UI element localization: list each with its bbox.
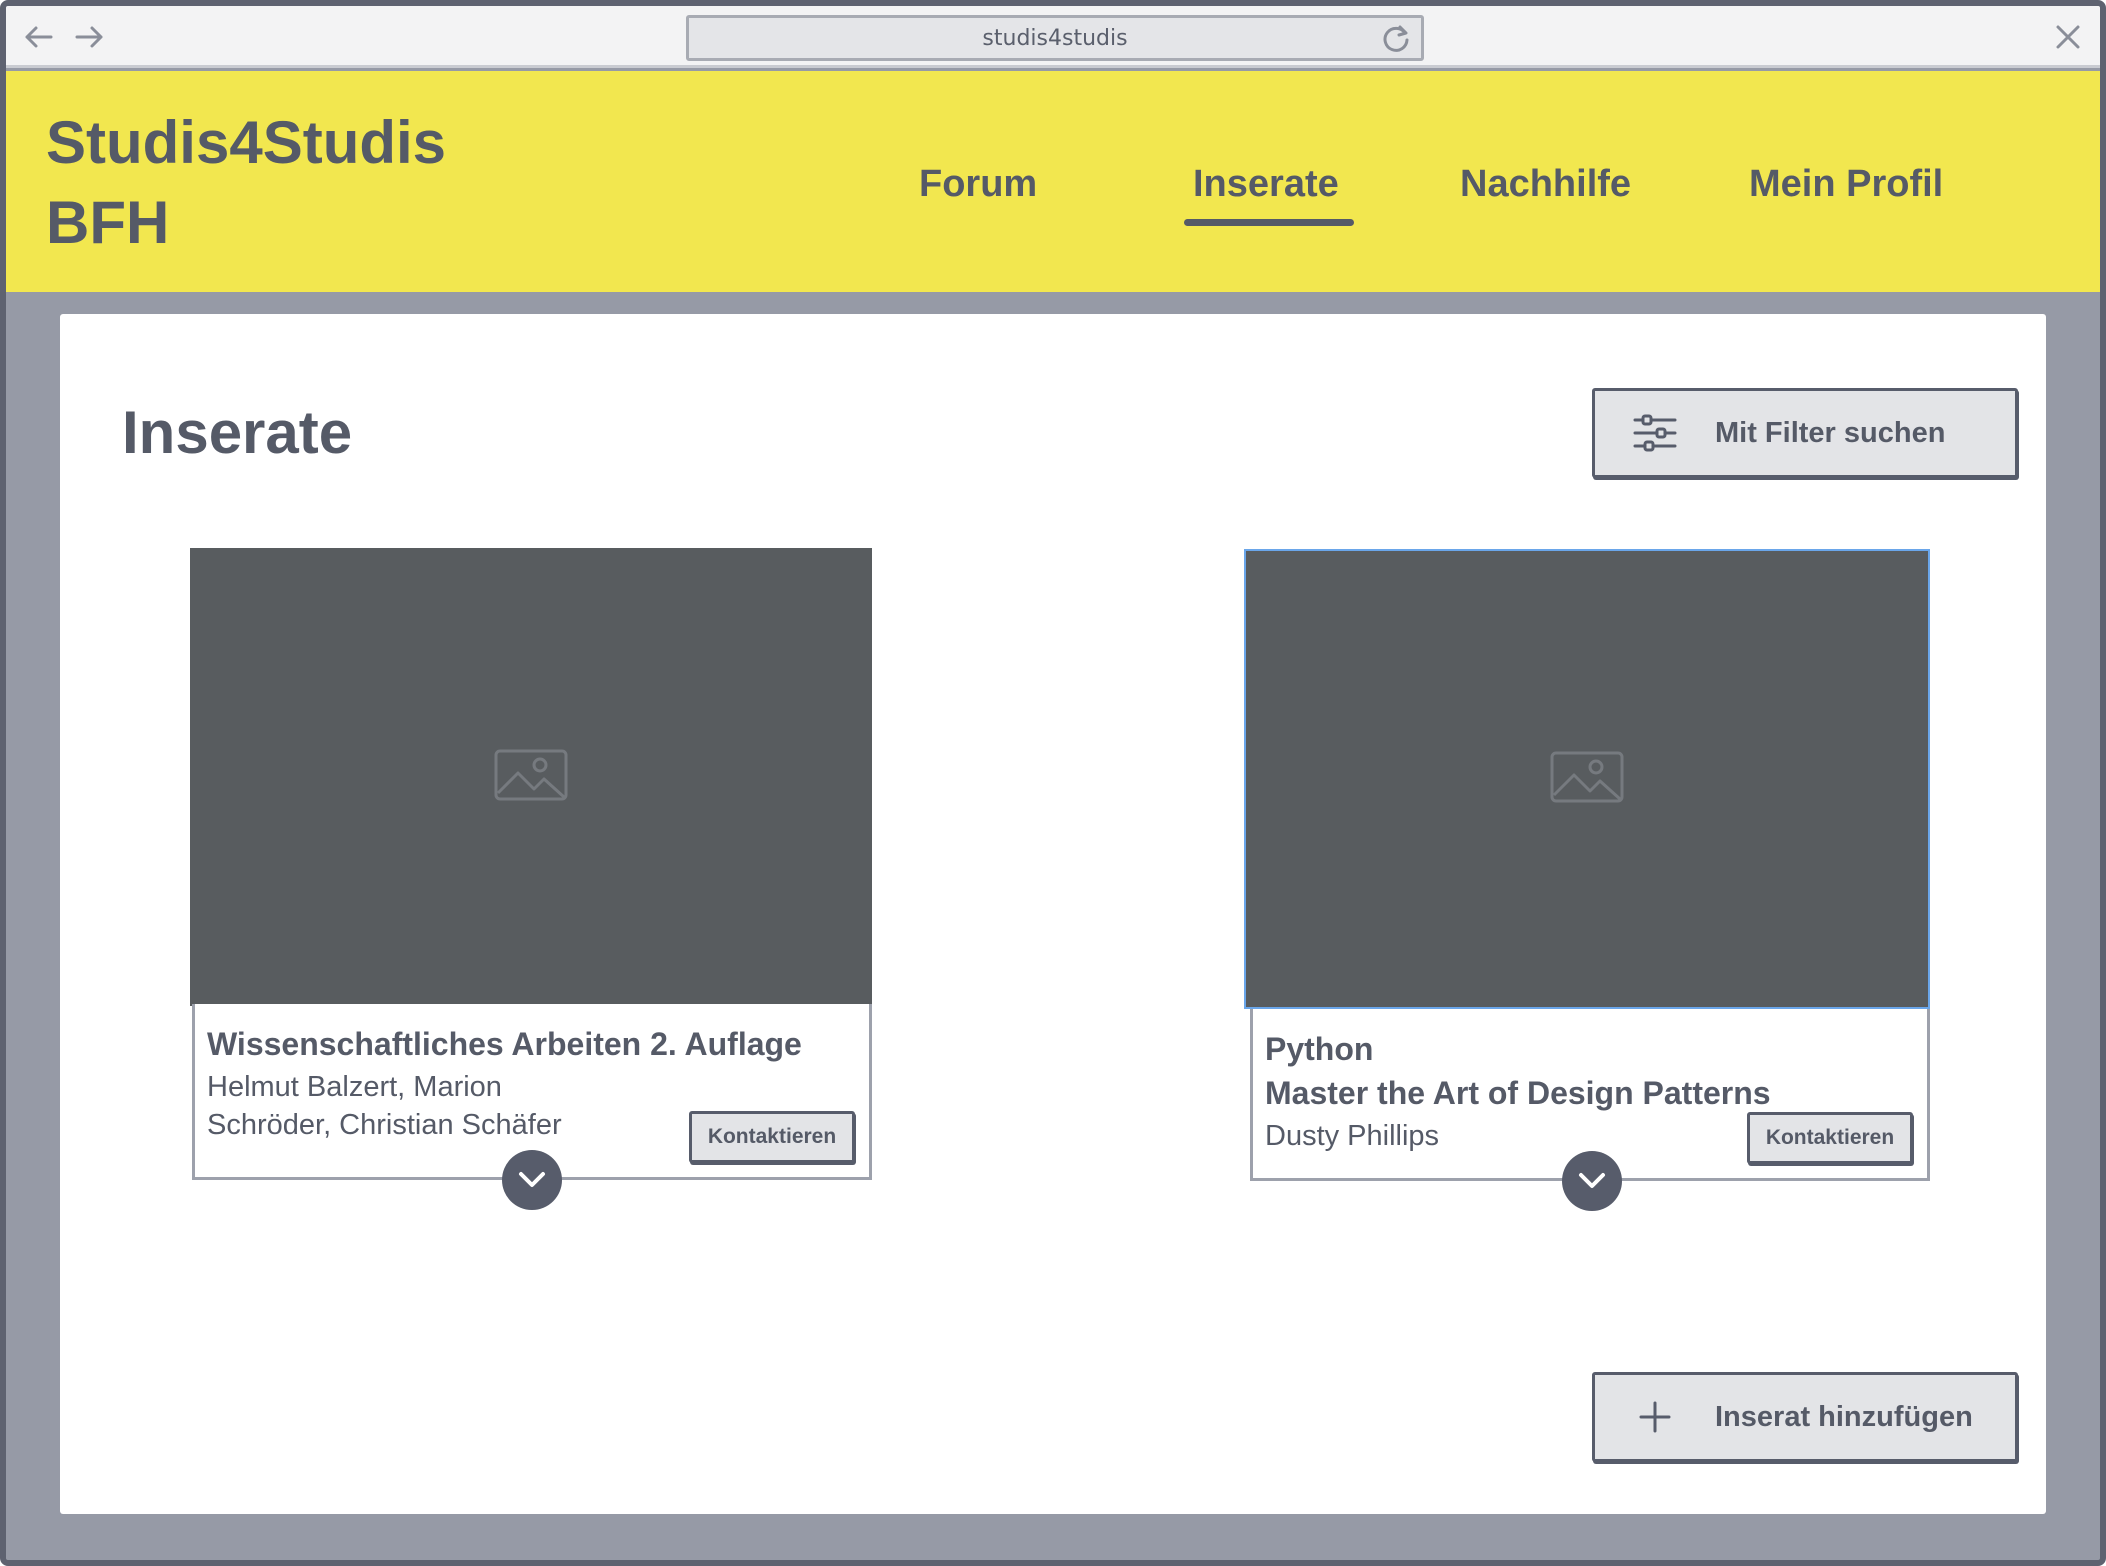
filter-search-label: Mit Filter suchen bbox=[1715, 416, 1946, 449]
forward-arrow-icon[interactable] bbox=[70, 17, 110, 57]
listing-authors-line: Dusty Phillips bbox=[1265, 1120, 1440, 1152]
browser-window: studis4studis Studis4Studis BFH Forum In… bbox=[0, 0, 2106, 1566]
back-arrow-icon[interactable] bbox=[18, 17, 58, 57]
page-title: Inserate bbox=[122, 399, 353, 466]
plus-icon bbox=[1595, 1400, 1715, 1434]
listing-title: Wissenschaftliches Arbeiten 2. Auflage bbox=[207, 1022, 802, 1066]
listing-title-line: Python bbox=[1265, 1031, 1374, 1067]
listing-authors: Dusty Phillips bbox=[1265, 1117, 1439, 1155]
image-placeholder-icon bbox=[494, 749, 568, 806]
address-bar[interactable]: studis4studis bbox=[686, 15, 1424, 61]
listing-card[interactable]: Python Master the Art of Design Patterns… bbox=[1244, 549, 1930, 1211]
address-bar-url: studis4studis bbox=[982, 25, 1128, 51]
listing-title-line: Master the Art of Design Patterns bbox=[1265, 1075, 1771, 1111]
filter-search-button[interactable]: Mit Filter suchen bbox=[1592, 388, 2018, 478]
nav-forum[interactable]: Forum bbox=[919, 163, 1037, 206]
site-header: Studis4Studis BFH Forum Inserate Nachhil… bbox=[6, 71, 2100, 292]
main-navigation: Forum Inserate Nachhilfe Mein Profil bbox=[6, 163, 2100, 226]
active-nav-indicator bbox=[1184, 219, 1354, 226]
listing-authors-line: Schröder, Christian Schäfer bbox=[207, 1109, 562, 1141]
browser-toolbar: studis4studis bbox=[6, 6, 2100, 68]
reload-icon[interactable] bbox=[1379, 22, 1413, 56]
contact-button[interactable]: Kontaktieren bbox=[689, 1111, 855, 1163]
listing-image bbox=[1244, 549, 1930, 1009]
sliders-icon bbox=[1595, 413, 1715, 453]
listing-card[interactable]: Wissenschaftliches Arbeiten 2. Auflage H… bbox=[190, 548, 872, 1210]
image-placeholder-icon bbox=[1550, 751, 1624, 808]
nav-mein-profil[interactable]: Mein Profil bbox=[1749, 163, 1943, 206]
nav-inserate[interactable]: Inserate bbox=[1193, 163, 1339, 206]
listing-authors: Helmut Balzert, Marion Schröder, Christi… bbox=[207, 1068, 562, 1144]
add-listing-button[interactable]: Inserat hinzufügen bbox=[1592, 1372, 2018, 1462]
listing-authors-line: Helmut Balzert, Marion bbox=[207, 1071, 502, 1103]
content-panel: Inserate Mit Filter suchen Wissenschaftl… bbox=[60, 314, 2046, 1514]
listing-title-line: Wissenschaftliches Arbeiten 2. Auflage bbox=[207, 1026, 802, 1062]
contact-button[interactable]: Kontaktieren bbox=[1747, 1112, 1913, 1164]
nav-nachhilfe[interactable]: Nachhilfe bbox=[1460, 163, 1631, 206]
chevron-down-icon[interactable] bbox=[1562, 1151, 1622, 1211]
close-icon[interactable] bbox=[2048, 17, 2088, 57]
listing-image bbox=[190, 548, 872, 1006]
chevron-down-icon[interactable] bbox=[502, 1150, 562, 1210]
listing-title: Python Master the Art of Design Patterns bbox=[1265, 1027, 1771, 1115]
add-listing-label: Inserat hinzufügen bbox=[1715, 1400, 1973, 1433]
